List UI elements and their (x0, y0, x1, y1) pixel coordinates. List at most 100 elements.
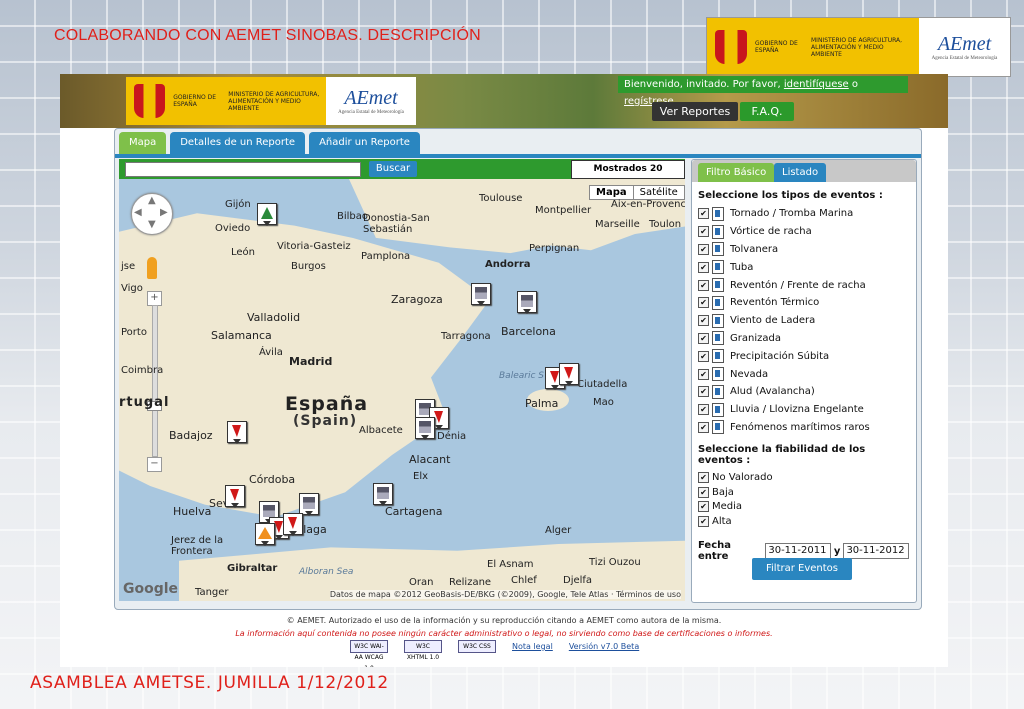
event-checkbox[interactable]: ✔ (698, 243, 709, 255)
event-type-row[interactable]: ✔ Viento de Ladera (698, 312, 912, 330)
city-label: Gijón (225, 199, 251, 210)
reliability-checkbox[interactable]: ✔ (698, 472, 709, 484)
tab-filtro-basico[interactable]: Filtro Básico (698, 163, 775, 182)
event-checkbox[interactable]: ✔ (698, 297, 709, 309)
report-marker[interactable] (225, 485, 245, 508)
event-checkbox[interactable]: ✔ (698, 279, 709, 291)
event-checkbox[interactable]: ✔ (698, 226, 709, 238)
reliability-row[interactable]: ✔ No Valorado (698, 470, 912, 485)
city-label: Badajoz (169, 429, 213, 442)
event-type-row[interactable]: ✔ Reventón / Frente de racha (698, 276, 912, 294)
city-label: Tanger (195, 587, 229, 598)
report-marker[interactable] (227, 421, 247, 444)
zoom-slider-track[interactable] (152, 305, 158, 457)
event-type-label: Alud (Avalancha) (730, 386, 815, 398)
report-marker[interactable] (257, 203, 277, 226)
event-checkbox[interactable]: ✔ (698, 261, 709, 273)
event-type-row[interactable]: ✔ Nevada (698, 365, 912, 383)
search-input[interactable] (125, 162, 361, 177)
event-checkbox[interactable]: ✔ (698, 332, 709, 344)
map-label: Relizane (449, 577, 492, 588)
city-label: Palma (525, 397, 559, 410)
nota-legal-link[interactable]: Nota legal (512, 642, 553, 651)
event-checkbox[interactable]: ✔ (698, 421, 709, 433)
reliability-heading: Seleccione la fiabilidad de los eventos … (698, 444, 866, 467)
map-type-satelite-button[interactable]: Satélite (634, 186, 684, 199)
event-type-row[interactable]: ✔ Granizada (698, 330, 912, 348)
map[interactable]: Mapa Satélite ▲ ◀ ▶ ▼ + − Gijón Oviedo B… (119, 179, 685, 601)
date-to-input[interactable]: 30-11-2012 (843, 543, 909, 560)
event-checkbox[interactable]: ✔ (698, 404, 709, 416)
event-type-row[interactable]: ✔ Lluvia / Llovizna Engelante (698, 401, 912, 419)
map-type-mapa-button[interactable]: Mapa (590, 186, 634, 199)
w3c-css-badge[interactable]: W3C CSS (458, 640, 496, 653)
event-checkbox[interactable]: ✔ (698, 386, 709, 398)
city-label: Alacant (409, 453, 451, 466)
city-label: Aix-en-Provence (611, 199, 685, 210)
spain-crest-icon (715, 30, 747, 64)
event-type-row[interactable]: ✔ Alud (Avalancha) (698, 383, 912, 401)
event-type-row[interactable]: ✔ Tornado / Tromba Marina (698, 205, 912, 223)
event-type-row[interactable]: ✔ Vórtice de racha (698, 223, 912, 241)
city-label: Zaragoza (391, 293, 443, 306)
version-link[interactable]: Versión v7.0 Beta (569, 642, 639, 651)
event-type-label: Granizada (730, 332, 781, 344)
zoom-out-button[interactable]: − (147, 457, 162, 472)
login-link[interactable]: identifíquese (784, 79, 849, 90)
city-label: Donostia-San Sebastián (363, 213, 430, 235)
reliability-row[interactable]: ✔ Baja (698, 485, 912, 500)
event-type-row[interactable]: ✔ Tolvanera (698, 241, 912, 259)
report-marker[interactable] (283, 513, 303, 536)
header-aemet-logo[interactable]: AEmet Agencia Estatal de Meteorología (326, 77, 416, 125)
sea-label: Balearic S (499, 371, 544, 381)
reliability-label: Alta (712, 515, 732, 527)
report-marker[interactable] (559, 363, 579, 386)
reliability-checkbox[interactable]: ✔ (698, 501, 709, 513)
pan-down-icon[interactable]: ▼ (148, 219, 156, 230)
event-checkbox[interactable]: ✔ (698, 315, 709, 327)
report-marker[interactable] (415, 417, 435, 440)
event-type-icon (712, 367, 724, 382)
event-type-row[interactable]: ✔ Fenómenos marítimos raros (698, 419, 912, 437)
city-label: Coimbra (121, 365, 164, 376)
city-label: Pamplona (361, 251, 411, 262)
tab-listado[interactable]: Listado (774, 163, 827, 182)
report-marker[interactable] (255, 523, 275, 546)
reliability-checkbox[interactable]: ✔ (698, 515, 709, 527)
reliability-checkbox[interactable]: ✔ (698, 486, 709, 498)
tab-detalles[interactable]: Detalles de un Reporte (170, 132, 306, 154)
event-checkbox[interactable]: ✔ (698, 368, 709, 380)
event-type-row[interactable]: ✔ Tuba (698, 258, 912, 276)
faq-button[interactable]: F.A.Q. (740, 102, 794, 121)
w3c-wai-badge[interactable]: W3C WAI-AA WCAG 1.0 (350, 640, 388, 667)
pegman-icon[interactable] (147, 257, 157, 279)
filtrar-eventos-button[interactable]: Filtrar Eventos (752, 558, 852, 580)
event-checkbox[interactable]: ✔ (698, 350, 709, 362)
date-from-input[interactable]: 30-11-2011 (765, 543, 831, 560)
zoom-in-button[interactable]: + (147, 291, 162, 306)
w3c-xhtml-badge[interactable]: W3C XHTML 1.0 (404, 640, 442, 661)
search-button[interactable]: Buscar (369, 161, 417, 177)
ver-reportes-button[interactable]: Ver Reportes (652, 102, 738, 121)
report-marker[interactable] (299, 493, 319, 516)
map-attribution[interactable]: Datos de mapa ©2012 GeoBasis-DE/BKG (©20… (329, 590, 681, 599)
event-type-row[interactable]: ✔ Precipitación Súbita (698, 347, 912, 365)
ministerio-text: MINISTERIO DE AGRICULTURA, ALIMENTACIÓN … (811, 36, 903, 58)
event-type-label: Tolvanera (730, 243, 779, 255)
pan-control[interactable]: ▲ ◀ ▶ ▼ (131, 193, 173, 235)
tab-mapa[interactable]: Mapa (119, 132, 167, 154)
city-label: Huelva (173, 505, 212, 518)
report-marker[interactable] (471, 283, 491, 306)
pan-right-icon[interactable]: ▶ (160, 207, 168, 218)
reliability-row[interactable]: ✔ Alta (698, 514, 912, 529)
pan-left-icon[interactable]: ◀ (134, 207, 142, 218)
reliability-row[interactable]: ✔ Media (698, 499, 912, 514)
pan-up-icon[interactable]: ▲ (148, 195, 156, 206)
event-type-row[interactable]: ✔ Reventón Térmico (698, 294, 912, 312)
report-marker[interactable] (373, 483, 393, 506)
report-marker[interactable] (517, 291, 537, 314)
event-checkbox[interactable]: ✔ (698, 208, 709, 220)
city-label: Toulon (649, 219, 682, 230)
tab-anadir[interactable]: Añadir un Reporte (309, 132, 420, 154)
city-label: Gibraltar (227, 563, 278, 574)
